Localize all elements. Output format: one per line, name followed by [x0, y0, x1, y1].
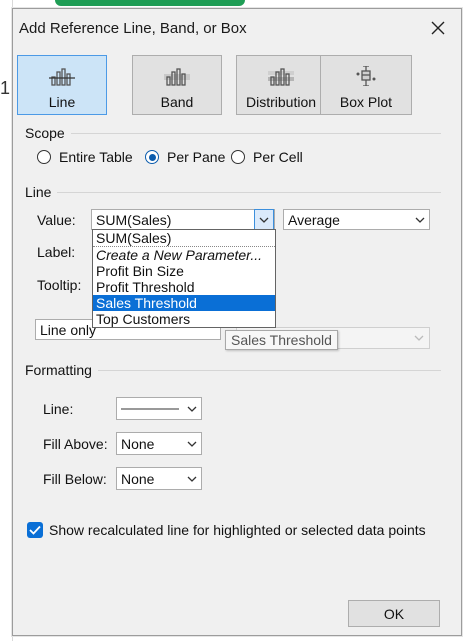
fill-below-text: None	[121, 470, 155, 487]
chevron-down-icon	[187, 476, 197, 482]
radio-per-cell[interactable]: Per Cell	[231, 149, 303, 165]
value-select-text: SUM(Sales)	[96, 211, 172, 228]
tab-distribution-label: Distribution	[245, 94, 317, 110]
line-style-icon	[121, 408, 179, 409]
chevron-down-icon	[187, 406, 197, 412]
fill-above-text: None	[121, 435, 155, 452]
line-divider	[53, 192, 441, 193]
line-icon	[49, 68, 75, 86]
tab-band-label: Band	[160, 94, 194, 110]
value-select[interactable]: SUM(Sales)	[91, 209, 275, 230]
dropdown-item-profit-threshold[interactable]: Profit Threshold	[93, 279, 275, 295]
fill-above-label: Fill Above:	[43, 436, 108, 452]
radio-entire-table-label: Entire Table	[59, 149, 133, 165]
radio-entire-table[interactable]: Entire Table	[37, 149, 133, 165]
radio-per-cell-label: Per Cell	[253, 149, 303, 165]
scope-heading: Scope	[25, 125, 71, 141]
reference-line-dialog: Add Reference Line, Band, or Box Line Ba…	[12, 8, 462, 636]
scope-divider	[63, 133, 441, 134]
box-plot-icon	[356, 66, 376, 86]
chevron-down-icon	[414, 335, 424, 341]
tab-band[interactable]: Band	[132, 55, 222, 115]
line-style-select[interactable]	[116, 397, 202, 420]
aggregation-select[interactable]: Average	[283, 209, 430, 230]
recalculated-line-checkbox[interactable]	[27, 522, 43, 538]
formatting-heading: Formatting	[25, 362, 98, 378]
line-heading: Line	[25, 184, 58, 200]
distribution-icon	[268, 68, 294, 86]
dropdown-item-sales-threshold[interactable]: Sales Threshold	[93, 295, 275, 311]
value-label: Value:	[37, 212, 76, 228]
radio-circle	[37, 150, 51, 164]
fill-below-select[interactable]: None	[116, 467, 202, 490]
radio-per-pane[interactable]: Per Pane	[145, 149, 225, 165]
tab-box-plot[interactable]: Box Plot	[320, 55, 412, 115]
ok-button[interactable]: OK	[348, 600, 440, 627]
band-icon	[164, 68, 190, 86]
chevron-down-icon	[259, 217, 269, 223]
tooltip-label: Tooltip:	[37, 277, 82, 293]
dialog-title: Add Reference Line, Band, or Box	[19, 20, 247, 37]
dropdown-item-profit-bin-size[interactable]: Profit Bin Size	[93, 263, 275, 279]
dropdown-item-top-customers[interactable]: Top Customers	[93, 311, 275, 327]
background-partial-text: 1	[0, 78, 11, 98]
tab-distribution[interactable]: Distribution	[236, 55, 326, 115]
radio-circle-selected	[145, 150, 159, 164]
checkmark-icon	[29, 525, 41, 535]
close-button[interactable]	[425, 15, 451, 41]
background-green-strip	[55, 0, 245, 6]
value-dropdown-list: SUM(Sales) Create a New Parameter... Pro…	[92, 229, 276, 328]
fill-above-select[interactable]: None	[116, 432, 202, 455]
label-label: Label:	[37, 244, 76, 260]
dropdown-item-create-parameter[interactable]: Create a New Parameter...	[93, 247, 275, 263]
value-dropdown-button[interactable]	[254, 209, 274, 230]
radio-circle	[231, 150, 245, 164]
radio-per-pane-label: Per Pane	[167, 149, 226, 165]
tab-line-label: Line	[48, 94, 76, 110]
chevron-down-icon	[415, 217, 425, 223]
aggregation-select-text: Average	[288, 211, 340, 228]
chevron-down-icon	[187, 441, 197, 447]
formatting-divider	[97, 370, 441, 371]
fill-below-label: Fill Below:	[43, 471, 107, 487]
line-only-select-text: Line only	[40, 321, 97, 338]
dropdown-item-sum-sales[interactable]: SUM(Sales)	[93, 230, 275, 247]
recalculated-line-label: Show recalculated line for highlighted o…	[49, 522, 426, 538]
hover-tooltip: Sales Threshold	[225, 330, 338, 350]
close-icon	[431, 21, 445, 35]
format-line-label: Line:	[43, 401, 74, 417]
tab-box-plot-label: Box Plot	[339, 94, 393, 110]
tab-line[interactable]: Line	[17, 55, 107, 115]
